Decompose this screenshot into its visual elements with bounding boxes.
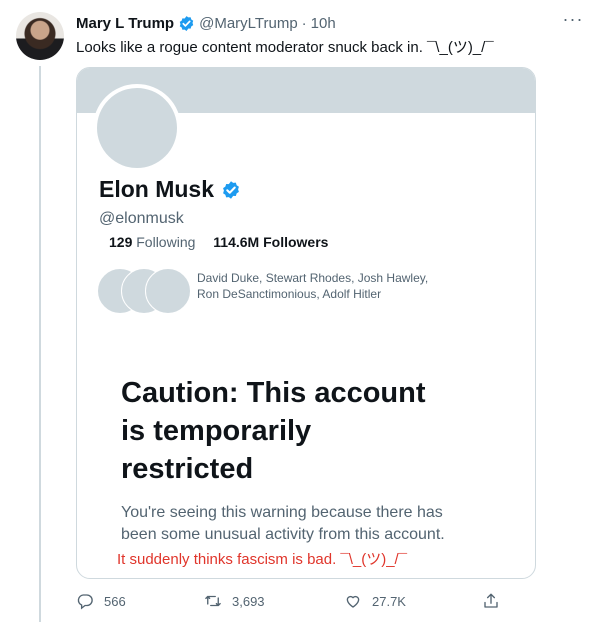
reply-button[interactable]: 566 bbox=[76, 590, 126, 612]
followed-by-line: David Duke, Stewart Rhodes, Josh Hawley, bbox=[197, 271, 429, 285]
tweet-actions: 566 3,693 27.7K bbox=[76, 590, 516, 612]
retweet-button[interactable]: 3,693 bbox=[204, 590, 265, 612]
verified-badge-icon bbox=[179, 15, 194, 31]
share-button[interactable] bbox=[482, 590, 510, 612]
followed-by-avatars bbox=[97, 268, 193, 314]
profile-name-row: Elon Musk bbox=[99, 176, 241, 203]
following-label: Following bbox=[136, 234, 196, 250]
timestamp[interactable]: 10h bbox=[311, 15, 336, 32]
profile-name: Elon Musk bbox=[99, 176, 215, 202]
follow-stats: 129 Following 114.6M Followers bbox=[109, 234, 328, 250]
reply-icon bbox=[77, 594, 93, 610]
followed-by-line: Ron DeSanctimonious, Adolf Hitler bbox=[197, 287, 382, 301]
author-name[interactable]: Mary L Trump bbox=[76, 15, 174, 32]
like-button[interactable]: 27.7K bbox=[344, 590, 406, 612]
more-options-icon[interactable]: ··· bbox=[562, 10, 584, 32]
heart-icon bbox=[346, 595, 360, 608]
retweet-icon bbox=[205, 595, 221, 607]
thread-line bbox=[39, 66, 41, 622]
like-count: 27.7K bbox=[372, 593, 406, 609]
caution-line: restricted bbox=[121, 453, 254, 485]
caution-line: Caution: This account bbox=[121, 377, 426, 409]
attached-image[interactable]: Elon Musk @elonmusk 129 Following 114.6M… bbox=[76, 67, 536, 579]
followed-by-text: David Duke, Stewart Rhodes, Josh Hawley,… bbox=[197, 270, 517, 302]
tweet[interactable]: Mary L Trump @MaryLTrump · 10h ··· Looks… bbox=[0, 0, 598, 622]
caution-heading: Caution: This account is temporarily res… bbox=[121, 374, 491, 488]
caution-line: is temporarily bbox=[121, 415, 312, 447]
following-count: 129 bbox=[109, 234, 133, 250]
tweet-header: Mary L Trump @MaryLTrump · 10h bbox=[76, 13, 336, 33]
retweet-count: 3,693 bbox=[232, 593, 265, 609]
warning-reason: You're seeing this warning because there… bbox=[121, 502, 501, 546]
verified-badge-icon bbox=[223, 180, 239, 199]
followers-text: 114.6M Followers bbox=[213, 234, 329, 250]
author-handle[interactable]: @MaryLTrump bbox=[199, 15, 298, 32]
follower-avatar-placeholder bbox=[145, 268, 191, 314]
author-avatar[interactable] bbox=[16, 12, 64, 60]
separator-dot: · bbox=[301, 14, 307, 32]
red-annotation: It suddenly thinks fascism is bad. ¯\_(ツ… bbox=[117, 551, 408, 568]
profile-handle: @elonmusk bbox=[99, 210, 184, 227]
tweet-text: Looks like a rogue content moderator snu… bbox=[76, 39, 494, 56]
reason-line: You're seeing this warning because there… bbox=[121, 504, 443, 521]
share-icon bbox=[484, 593, 498, 608]
reply-count: 566 bbox=[104, 593, 126, 609]
profile-avatar-placeholder bbox=[93, 84, 181, 172]
reason-line: been some unusual activity from this acc… bbox=[121, 526, 445, 543]
